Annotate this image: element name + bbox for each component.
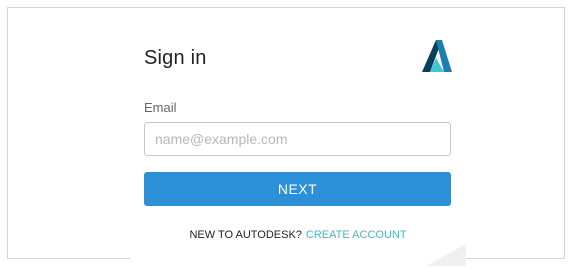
- email-field[interactable]: [144, 122, 451, 156]
- create-account-link[interactable]: CREATE ACCOUNT: [306, 229, 407, 241]
- email-label: Email: [144, 100, 177, 115]
- create-account-prompt: NEW TO AUTODESK? CREATE ACCOUNT: [130, 229, 466, 241]
- login-frame: Sign in Email NEXT NEW TO AUTODESK? CREAT…: [7, 7, 565, 266]
- new-to-autodesk-text: NEW TO AUTODESK?: [189, 229, 302, 241]
- next-button[interactable]: NEXT: [144, 172, 451, 206]
- page-title: Sign in: [144, 47, 207, 69]
- signin-card: Sign in Email NEXT NEW TO AUTODESK? CREAT…: [130, 30, 466, 266]
- decorative-corner: [426, 244, 466, 266]
- autodesk-logo-icon: [422, 40, 452, 72]
